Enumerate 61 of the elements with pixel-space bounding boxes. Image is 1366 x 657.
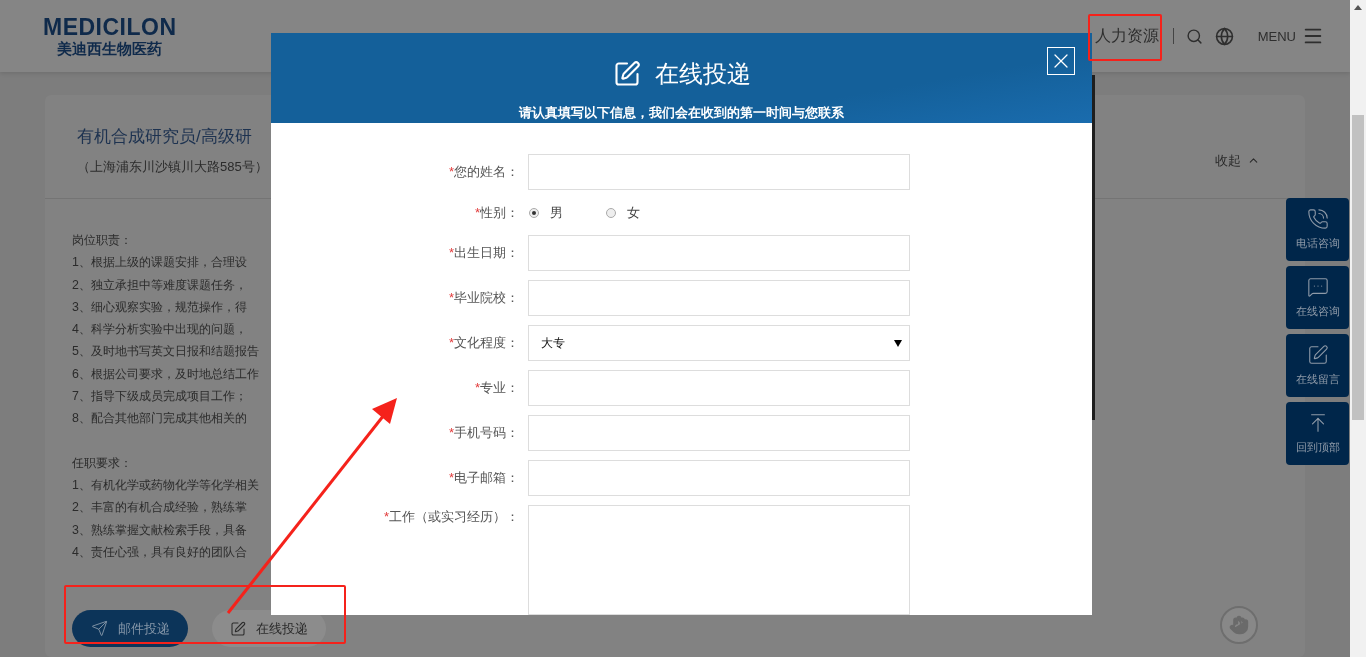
- text-field[interactable]: [528, 460, 910, 496]
- menu-label[interactable]: MENU: [1257, 28, 1296, 44]
- edit-icon: [612, 60, 641, 88]
- job-title: 有机合成研究员/高级研: [77, 126, 253, 148]
- dialog-title: 在线投递: [654, 59, 751, 89]
- collapse-button[interactable]: 收起: [1215, 151, 1260, 170]
- select-field[interactable]: 大专: [528, 325, 910, 361]
- field-label: *专业：: [473, 379, 520, 397]
- phone-icon: [1306, 208, 1329, 230]
- close-button[interactable]: [1047, 47, 1075, 75]
- field-label: *性别：: [473, 203, 520, 222]
- side-tool-button[interactable]: 在线留言: [1286, 334, 1349, 397]
- field-label: *工作（或实习经历）：: [382, 508, 520, 526]
- radio-button[interactable]: [529, 207, 539, 218]
- radio-option[interactable]: 女: [606, 203, 640, 222]
- section-heading: 任职要求：: [72, 454, 132, 472]
- list-item: 7、指导下级成员完成项目工作；: [72, 388, 247, 406]
- field-label: *手机号码：: [447, 424, 520, 442]
- field-label: *出生日期：: [447, 244, 520, 262]
- text-field[interactable]: [528, 415, 910, 451]
- logo[interactable]: MEDICILON 美迪西生物医药: [43, 16, 177, 56]
- field-label: *您的姓名：: [447, 163, 520, 181]
- dialog-subtitle: 请认真填写以下信息，我们会在收到的第一时间与您联系: [519, 104, 844, 122]
- text-field[interactable]: [528, 370, 910, 406]
- field-label: *电子邮箱：: [447, 469, 520, 487]
- list-item: 1、有机化学或药物化学等化学相关: [72, 476, 259, 494]
- side-tool-button[interactable]: 电话咨询: [1286, 198, 1349, 261]
- side-tool-button[interactable]: 在线咨询: [1286, 266, 1349, 329]
- list-item: 8、配合其他部门完成其他相关的: [72, 410, 247, 428]
- radio-button[interactable]: [606, 207, 616, 218]
- list-item: 3、熟练掌握文献检索手段，具备: [72, 521, 247, 539]
- list-item: 4、责任心强，具有良好的团队合: [72, 543, 247, 561]
- chat-icon: [1306, 276, 1329, 298]
- text-field[interactable]: [528, 154, 910, 190]
- hand-icon: [1229, 615, 1249, 635]
- text-area[interactable]: [528, 505, 910, 615]
- text-field[interactable]: [528, 235, 910, 271]
- email-apply-button[interactable]: 邮件投递: [72, 610, 188, 647]
- side-tool-button[interactable]: 回到顶部: [1286, 402, 1349, 465]
- list-item: 2、独立承担中等难度课题任务，: [72, 276, 247, 294]
- section-heading: 岗位职责：: [72, 232, 132, 249]
- scrollbar[interactable]: [1350, 0, 1366, 657]
- radio-option[interactable]: 男: [529, 203, 563, 222]
- job-location: （上海浦东川沙镇川大路585号）: [77, 158, 268, 176]
- list-item: 6、根据公司要求，及时地总结工作: [72, 365, 259, 383]
- scroll-up-icon[interactable]: [1354, 5, 1362, 10]
- field-label: *毕业院校：: [447, 289, 520, 307]
- search-icon[interactable]: [1185, 27, 1203, 45]
- list-item: 5、及时地书写英文日报和结题报告: [72, 343, 259, 361]
- list-item: 2、丰富的有机合成经验，熟练掌: [72, 499, 247, 517]
- edit-icon: [230, 620, 246, 637]
- send-icon: [90, 620, 108, 637]
- field-label: *文化程度：: [447, 334, 520, 352]
- nav-link[interactable]: 人力资源: [1094, 25, 1159, 47]
- edit-icon: [1306, 344, 1329, 366]
- list-item: 1、根据上级的课题安排，合理设: [72, 254, 247, 272]
- text-field[interactable]: [528, 280, 910, 316]
- globe-icon[interactable]: [1214, 26, 1234, 46]
- list-item: 4、科学分析实验中出现的问题，: [72, 321, 247, 339]
- caret-icon: [894, 339, 902, 347]
- list-item: 3、细心观察实验，规范操作，得: [72, 298, 247, 316]
